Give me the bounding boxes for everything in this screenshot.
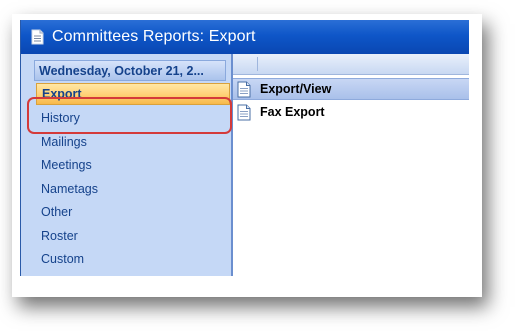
document-icon (237, 104, 251, 121)
sidebar-item-export[interactable]: Export (36, 83, 230, 105)
sidebar-item-roster[interactable]: Roster (36, 225, 230, 247)
window-title: Committees Reports: Export (52, 28, 256, 45)
document-icon (237, 81, 251, 98)
sidebar-item-history[interactable]: History (36, 107, 230, 129)
sidebar-item-meetings[interactable]: Meetings (36, 154, 230, 176)
reports-window: Committees Reports: Export Wednesday, Oc… (20, 20, 469, 276)
column-divider (257, 57, 258, 71)
sidebar-item-nametags[interactable]: Nametags (36, 178, 230, 200)
sidebar-item-other[interactable]: Other (36, 201, 230, 223)
report-label: Fax Export (260, 105, 325, 119)
sidebar-item-custom[interactable]: Custom (36, 248, 230, 270)
report-list-panel: Export/View Fax Export (233, 54, 469, 276)
report-label: Export/View (260, 82, 332, 96)
title-bar: Committees Reports: Export (21, 20, 469, 54)
report-row-export-view[interactable]: Export/View (233, 78, 469, 100)
sidebar-item-mailings[interactable]: Mailings (36, 131, 230, 153)
report-row-fax-export[interactable]: Fax Export (233, 101, 469, 123)
date-header: Wednesday, October 21, 2... (34, 60, 226, 81)
sidebar: Wednesday, October 21, 2... Export Histo… (21, 54, 233, 276)
column-header (233, 54, 469, 75)
document-icon (31, 29, 44, 45)
